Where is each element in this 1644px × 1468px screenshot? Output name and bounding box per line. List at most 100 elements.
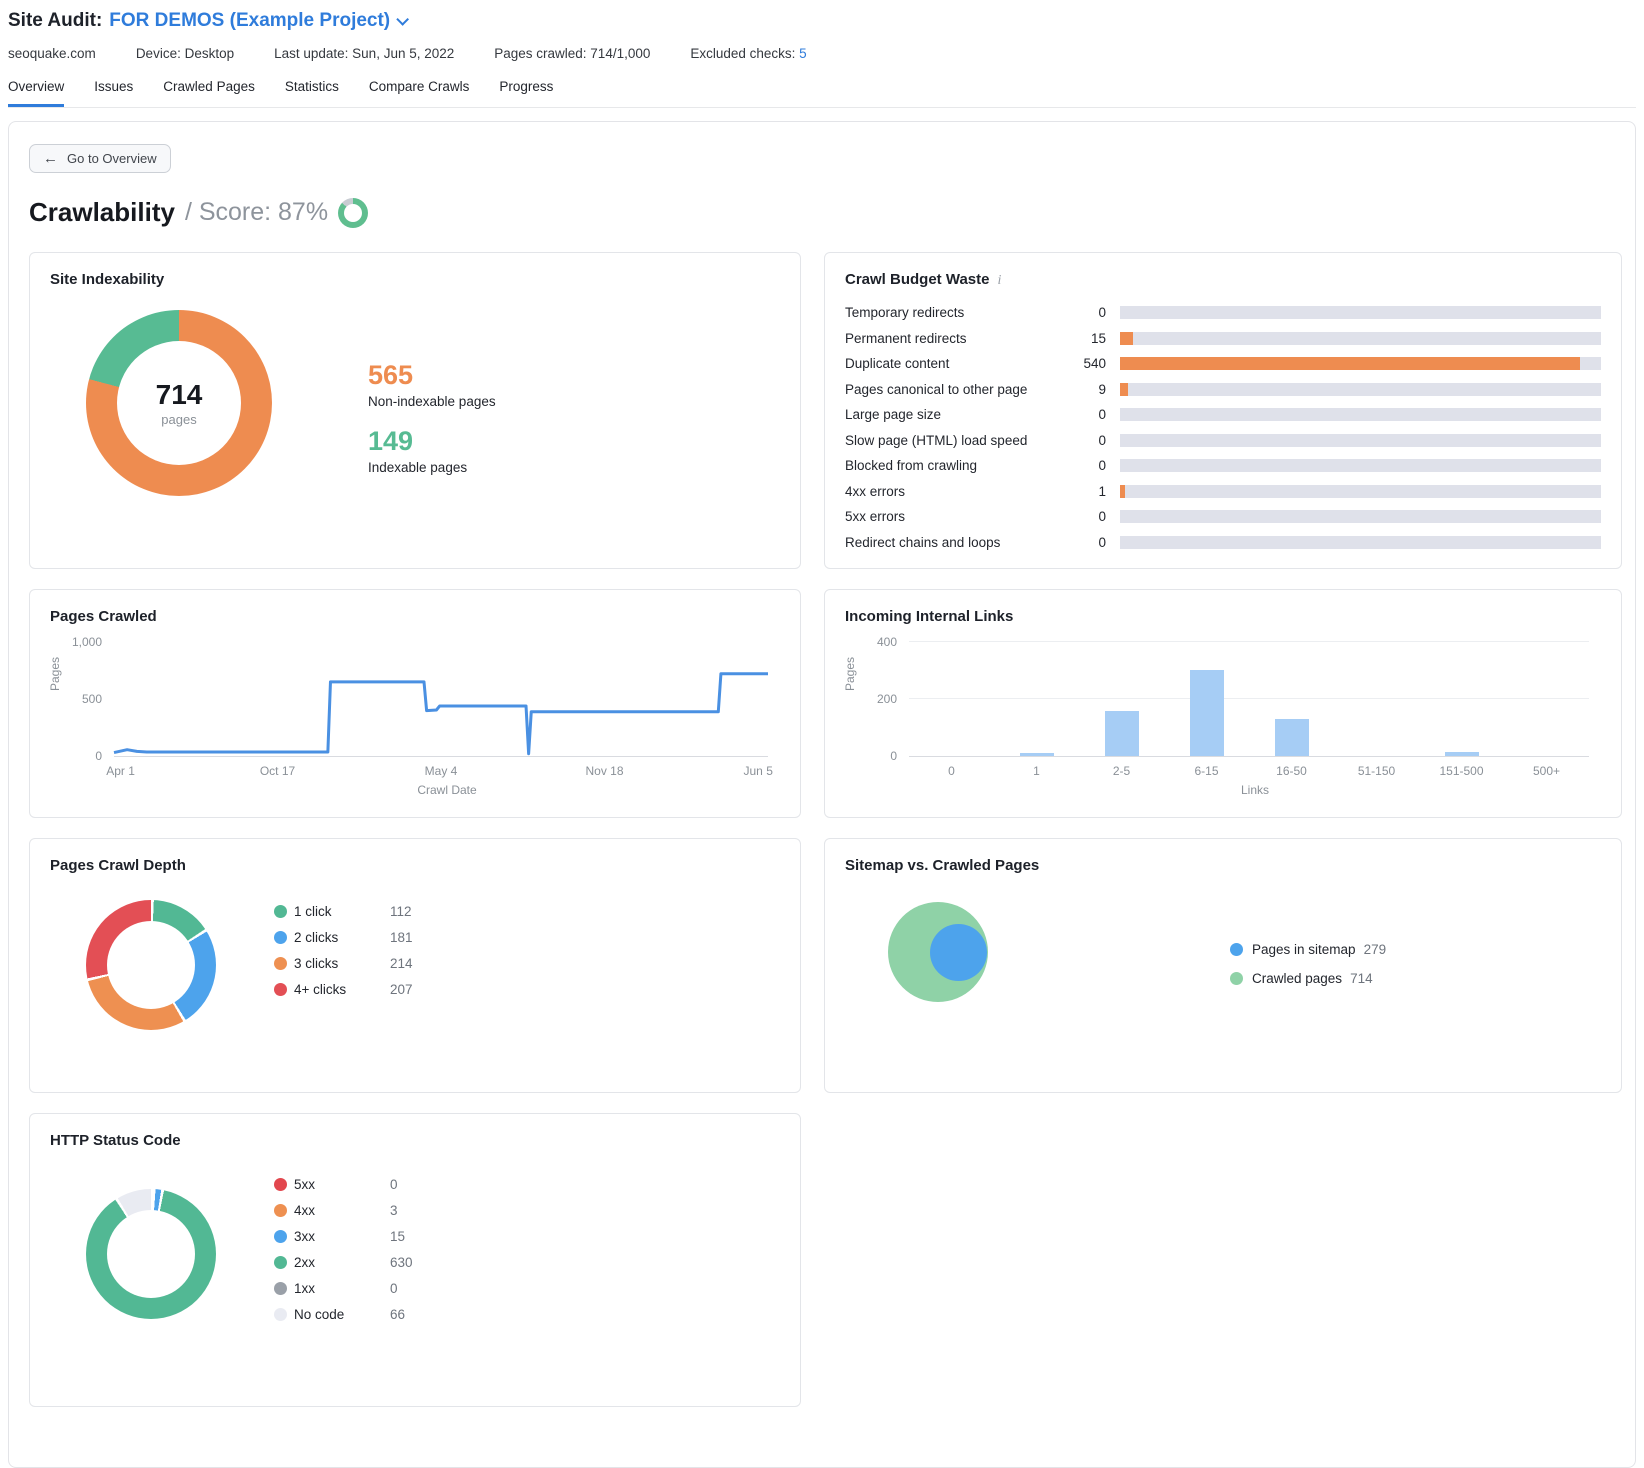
tab-issues[interactable]: Issues xyxy=(94,79,133,107)
tab-overview[interactable]: Overview xyxy=(8,79,64,107)
card-site-indexability: Site Indexability 714 pages 565 Non-inde… xyxy=(29,252,801,569)
x-tick: Jun 5 xyxy=(744,764,773,778)
legend-dot xyxy=(274,1256,287,1269)
waste-row-bar xyxy=(1120,383,1601,396)
crawl-depth-legend: 1 click1122 clicks1813 clicks2144+ click… xyxy=(274,904,413,997)
project-selector[interactable]: FOR DEMOS (Example Project) xyxy=(109,10,405,32)
waste-row-label: Temporary redirects xyxy=(845,305,1050,320)
excluded-checks-link[interactable]: 5 xyxy=(799,46,807,61)
legend-value: 15 xyxy=(390,1229,413,1244)
waste-row-bar xyxy=(1120,485,1601,498)
legend-dot xyxy=(274,1282,287,1295)
waste-row-label: Large page size xyxy=(845,407,1050,422)
waste-row-value: 1 xyxy=(1064,484,1106,499)
x-tick: Nov 18 xyxy=(585,764,623,778)
waste-row-label: Duplicate content xyxy=(845,356,1050,371)
y-axis-label: Pages xyxy=(48,656,62,690)
main-panel: ← Go to Overview Crawlability / Score: 8… xyxy=(8,121,1636,1468)
legend-label: 5xx xyxy=(294,1177,390,1192)
bar xyxy=(1105,711,1139,756)
waste-row-bar xyxy=(1120,357,1601,370)
crawl-depth-donut-chart xyxy=(86,900,216,1030)
waste-row-label: Pages canonical to other page xyxy=(845,382,1050,397)
page-heading: Site Audit: xyxy=(8,10,102,32)
waste-row-bar xyxy=(1120,510,1601,523)
go-to-overview-button[interactable]: ← Go to Overview xyxy=(29,144,171,173)
legend-value: 0 xyxy=(390,1177,413,1192)
waste-row-value: 15 xyxy=(1064,331,1106,346)
total-pages-unit: pages xyxy=(161,412,196,427)
legend-value: 3 xyxy=(390,1203,413,1218)
crawl-budget-waste-list: Temporary redirects0Permanent redirects1… xyxy=(845,305,1601,550)
indexable-label: Indexable pages xyxy=(368,460,496,475)
meta-domain: seoquake.com xyxy=(8,46,96,61)
legend-dot xyxy=(274,905,287,918)
x-tick: 500+ xyxy=(1504,764,1589,778)
card-pages-crawl-depth: Pages Crawl Depth 1 click1122 clicks1813… xyxy=(29,838,801,1093)
indexable-value: 149 xyxy=(368,426,496,457)
card-incoming-internal-links: Incoming Internal Links Pages 400 200 0 … xyxy=(824,589,1622,818)
http-status-legend: 5xx04xx33xx152xx6301xx0No code66 xyxy=(274,1177,413,1322)
tab-progress[interactable]: Progress xyxy=(499,79,553,107)
card-title: Incoming Internal Links xyxy=(845,608,1601,625)
tab-bar: Overview Issues Crawled Pages Statistics… xyxy=(8,79,1636,108)
bar-column xyxy=(1334,641,1419,756)
legend-value: 714 xyxy=(1350,971,1373,986)
legend-dot xyxy=(274,1178,287,1191)
waste-row-label: Blocked from crawling xyxy=(845,458,1050,473)
tab-crawled-pages[interactable]: Crawled Pages xyxy=(163,79,255,107)
legend-label: 1xx xyxy=(294,1281,390,1296)
non-indexable-stat: 565 Non-indexable pages xyxy=(368,360,496,409)
tab-statistics[interactable]: Statistics xyxy=(285,79,339,107)
legend-value: 181 xyxy=(390,930,413,945)
header: Site Audit: FOR DEMOS (Example Project) … xyxy=(0,0,1644,108)
bar-column xyxy=(1079,641,1164,756)
legend-dot xyxy=(274,931,287,944)
meta-excluded-checks: Excluded checks: 5 xyxy=(690,46,806,61)
waste-row-bar xyxy=(1120,306,1601,319)
project-name: FOR DEMOS (Example Project) xyxy=(109,10,390,32)
legend-label: 2xx xyxy=(294,1255,390,1270)
legend-dot xyxy=(274,1230,287,1243)
y-axis-label: Pages xyxy=(843,656,857,690)
meta-pages-crawled: Pages crawled: 714/1,000 xyxy=(494,46,650,61)
pages-in-sitemap-circle xyxy=(930,924,987,981)
waste-row-value: 9 xyxy=(1064,382,1106,397)
legend-label: Pages in sitemap xyxy=(1252,942,1356,957)
legend-value: 207 xyxy=(390,982,413,997)
non-indexable-value: 565 xyxy=(368,360,496,391)
x-tick: 1 xyxy=(994,764,1079,778)
bar-column xyxy=(1249,641,1334,756)
card-crawl-budget-waste: Crawl Budget Waste i Temporary redirects 0… xyxy=(824,252,1622,569)
card-http-status-code: HTTP Status Code 5xx04xx33xx152xx6301xx0… xyxy=(29,1113,801,1407)
non-indexable-label: Non-indexable pages xyxy=(368,394,496,409)
legend-item: Pages in sitemap 279 xyxy=(1230,942,1386,957)
waste-row-value: 0 xyxy=(1064,458,1106,473)
card-title: Sitemap vs. Crawled Pages xyxy=(845,857,1601,874)
x-tick: Apr 1 xyxy=(106,764,135,778)
waste-row-bar xyxy=(1120,408,1601,421)
waste-row-value: 0 xyxy=(1064,509,1106,524)
sitemap-venn-diagram: Pages in sitemap 279 Crawled pages 714 xyxy=(845,884,1601,1060)
waste-row-value: 0 xyxy=(1064,535,1106,550)
card-title: Crawl Budget Waste xyxy=(845,271,989,288)
legend-value: 279 xyxy=(1364,942,1387,957)
info-icon[interactable]: i xyxy=(997,273,1001,288)
bar-column xyxy=(1504,641,1589,756)
chevron-down-icon xyxy=(396,13,409,26)
x-axis-label: Links xyxy=(909,783,1601,797)
total-pages-value: 714 xyxy=(156,379,203,411)
x-tick: 0 xyxy=(909,764,994,778)
legend-label: Crawled pages xyxy=(1252,971,1342,986)
pages-crawled-line-chart: Pages 1,000 500 0 Apr 1Oct 17May 4Nov 18… xyxy=(50,641,780,799)
score-ring-chart xyxy=(338,198,368,228)
waste-row-value: 0 xyxy=(1064,433,1106,448)
audit-meta: seoquake.com Device: Desktop Last update… xyxy=(8,46,1636,61)
waste-row-bar xyxy=(1120,536,1601,549)
indexable-stat: 149 Indexable pages xyxy=(368,426,496,475)
legend-label: 2 clicks xyxy=(294,930,390,945)
score-label: / Score: 87% xyxy=(185,198,328,227)
tab-compare-crawls[interactable]: Compare Crawls xyxy=(369,79,470,107)
y-tick: 500 xyxy=(50,692,102,706)
bar-column xyxy=(1419,641,1504,756)
